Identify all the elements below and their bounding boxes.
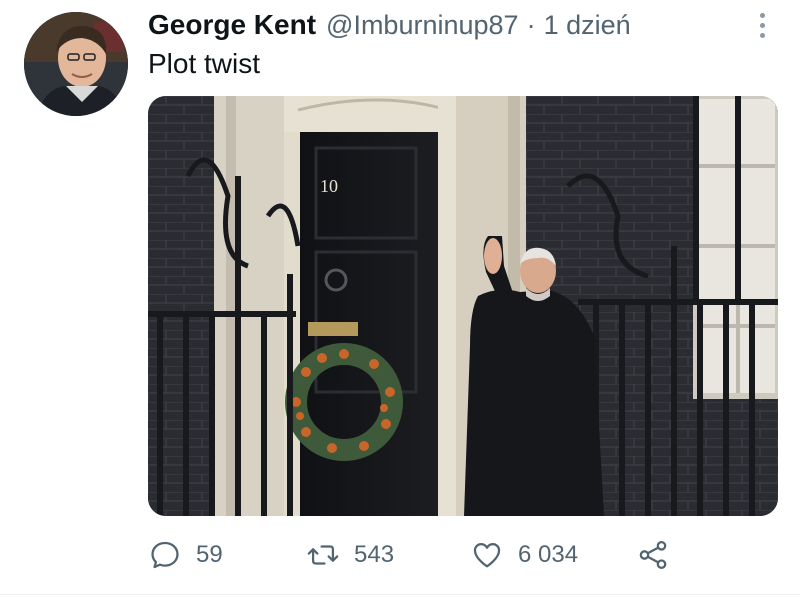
retweet-button[interactable]: 543 — [306, 532, 394, 578]
author-name[interactable]: George Kent — [148, 9, 316, 41]
like-count: 6 034 — [518, 541, 579, 568]
more-icon — [759, 12, 765, 18]
author-handle[interactable]: @Imburninup87 — [326, 10, 519, 41]
door-number: 10 — [320, 176, 338, 196]
avatar[interactable] — [24, 12, 128, 116]
tweet-text: Plot twist — [148, 48, 261, 79]
media-photo: 10 — [148, 96, 778, 516]
like-icon — [473, 542, 501, 568]
share-icon — [639, 540, 667, 570]
reply-icon — [151, 541, 179, 569]
tweet-actions: 59 543 6 034 — [148, 532, 788, 578]
like-button[interactable]: 6 034 — [470, 532, 578, 578]
timestamp[interactable]: 1 dzień — [544, 10, 631, 41]
avatar-image — [24, 12, 128, 116]
retweet-icon — [307, 545, 339, 565]
retweet-count: 543 — [354, 541, 395, 568]
meta-separator: · — [526, 9, 536, 40]
more-icon-dot — [759, 32, 765, 38]
more-button[interactable] — [752, 10, 772, 40]
share-button[interactable] — [636, 532, 670, 578]
tweet-header: George Kent @Imburninup87 · 1 dzień — [148, 8, 631, 42]
tweet-media[interactable]: 10 — [148, 96, 778, 516]
reply-count: 59 — [196, 541, 223, 568]
divider — [0, 594, 800, 595]
more-icon-dot — [759, 22, 765, 28]
reply-button[interactable]: 59 — [148, 532, 223, 578]
